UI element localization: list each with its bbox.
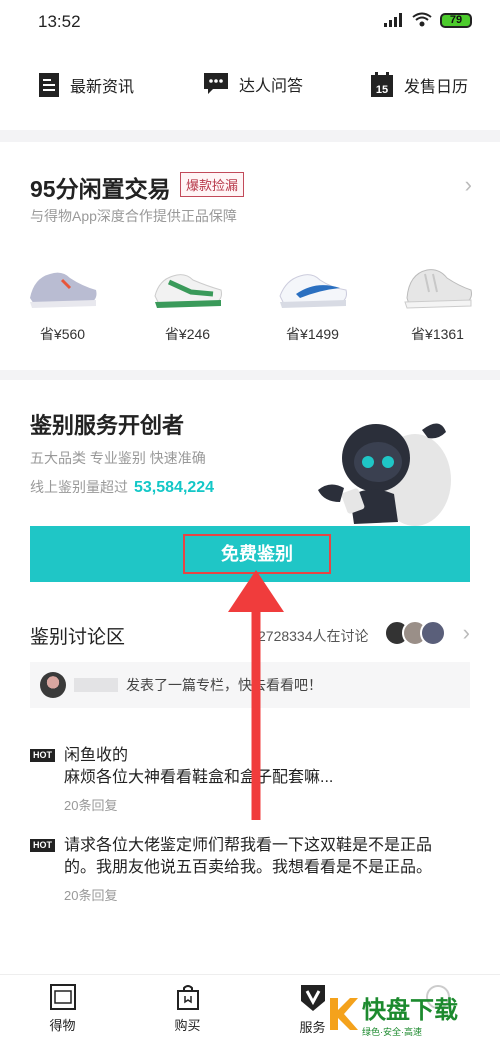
status-time: 13:52 [38,12,81,31]
tab-dewu-label: 得物 [49,1018,76,1033]
product-price: 省¥1361 [411,326,464,342]
discussion-count: 2728334人在讨论 [258,628,369,644]
discussion-post[interactable]: HOT 闲鱼收的 麻烦各位大神看看鞋盒和盒子配套嘛... 20条回复 [30,745,470,814]
battery-icon: 79 [440,12,472,28]
username-redacted [74,678,118,692]
auth-count-label: 线上鉴别量超过 [30,479,128,495]
chat-icon [204,73,228,94]
participant-avatars [384,620,446,646]
document-icon [39,73,59,97]
sneaker-image [403,269,472,309]
shopping-bag-icon [176,985,199,1010]
post-replies: 20条回复 [64,798,118,813]
status-bar: 13:52 79 [0,0,500,44]
watermark-text-block: 快盘下载 绿色·安全·高速 [362,990,458,1038]
status-icons: 79 [384,12,472,28]
calendar-day: 15 [376,84,388,96]
free-authentication-button[interactable]: 免费鉴别 [30,526,470,582]
authentication-card: 鉴别服务开创者 五大品类 专业鉴别 快速准确 线上鉴别量超过 53,584,22… [0,380,500,980]
nav-expert-qa-label: 达人问答 [239,78,304,95]
nav-latest-news-label: 最新资讯 [70,79,135,96]
post-text: 闲鱼收的 麻烦各位大神看看鞋盒和盒子配套嘛... [64,745,470,789]
post-line: 请求各位大佬鉴定师们帮我看一下这双鞋是不是正品 [64,837,433,854]
sneaker-image [29,272,96,308]
watermark-logo: 快盘下载 绿色·安全·高速 [328,990,458,1038]
hot-deal-tag: 爆款捡漏 [180,172,245,197]
signal-icon [384,13,402,27]
auth-count: 53,584,224 [134,479,215,496]
nav-release-calendar-label: 发售日历 [404,79,469,96]
avatar [420,620,446,646]
k-logo-icon [330,998,358,1030]
tab-service-label: 服务 [299,1020,326,1035]
nav-latest-news[interactable]: 最新资讯 [38,72,134,98]
avatar [40,672,66,698]
sneaker-image [278,274,347,308]
post-line: 麻烦各位大神看看鞋盒和盒子配套嘛... [64,769,334,786]
product-price: 省¥1499 [286,326,339,342]
auth-subtitle: 五大品类 专业鉴别 快速准确 [30,450,206,466]
tab-buy[interactable]: 购买 [125,975,250,1039]
dewu-icon [49,984,76,1010]
shield-v-icon [300,985,325,1011]
discussion-post[interactable]: HOT 请求各位大佬鉴定师们帮我看一下这双鞋是不是正品 的。我朋友他说五百卖给我… [30,835,470,904]
post-line: 的。我朋友他说五百卖给我。我想看看是不是正品。 [64,859,433,876]
top-nav: 最新资讯 达人问答 15 发售日历 [0,44,500,130]
product-item[interactable]: 省¥246 [125,262,250,344]
tab-dewu[interactable]: 得物 [0,975,125,1039]
hot-badge-icon: HOT [30,749,55,762]
secondhand-subtitle: 与得物App深度合作提供正品保障 [30,208,237,224]
chevron-right-icon[interactable]: › [463,620,470,646]
column-notice[interactable]: 发表了一篇专栏，快去看看吧！ [30,662,470,708]
product-item[interactable]: 省¥1499 [250,262,375,344]
product-item[interactable]: 省¥560 [0,262,125,344]
discussion-title: 鉴别讨论区 [30,627,126,648]
product-price: 省¥246 [164,326,211,342]
hot-badge-icon: HOT [30,839,55,852]
chevron-right-icon[interactable]: › [465,172,472,198]
calendar-icon: 15 [371,72,393,97]
post-text: 请求各位大佬鉴定师们帮我看一下这双鞋是不是正品 的。我朋友他说五百卖给我。我想看… [64,835,470,879]
tab-buy-label: 购买 [174,1018,201,1033]
wifi-icon [412,12,432,27]
secondhand-trade-card[interactable]: 95分闲置交易 爆款捡漏 › 与得物App深度合作提供正品保障 省¥560 省¥… [0,142,500,370]
post-line: 闲鱼收的 [64,747,129,764]
product-list: 省¥560 省¥246 省¥1499 省¥1361 [0,262,500,344]
nav-release-calendar[interactable]: 15 发售日历 [370,72,468,98]
notice-text: 发表了一篇专栏，快去看看吧！ [126,677,322,693]
secondhand-title: 95分闲置交易 [30,176,171,202]
nav-expert-qa[interactable]: 达人问答 [203,72,303,96]
free-authentication-label: 免费鉴别 [183,534,331,574]
sneaker-image [153,274,222,308]
auth-count-row: 线上鉴别量超过 53,584,224 [30,477,214,497]
mascot-illustration [318,423,451,526]
watermark-main: 快盘下载 [362,996,458,1024]
post-replies: 20条回复 [64,888,118,903]
watermark-sub: 绿色·安全·高速 [362,1027,422,1037]
auth-title: 鉴别服务开创者 [30,413,185,438]
product-price: 省¥560 [39,326,86,342]
product-item[interactable]: 省¥1361 [375,262,500,344]
